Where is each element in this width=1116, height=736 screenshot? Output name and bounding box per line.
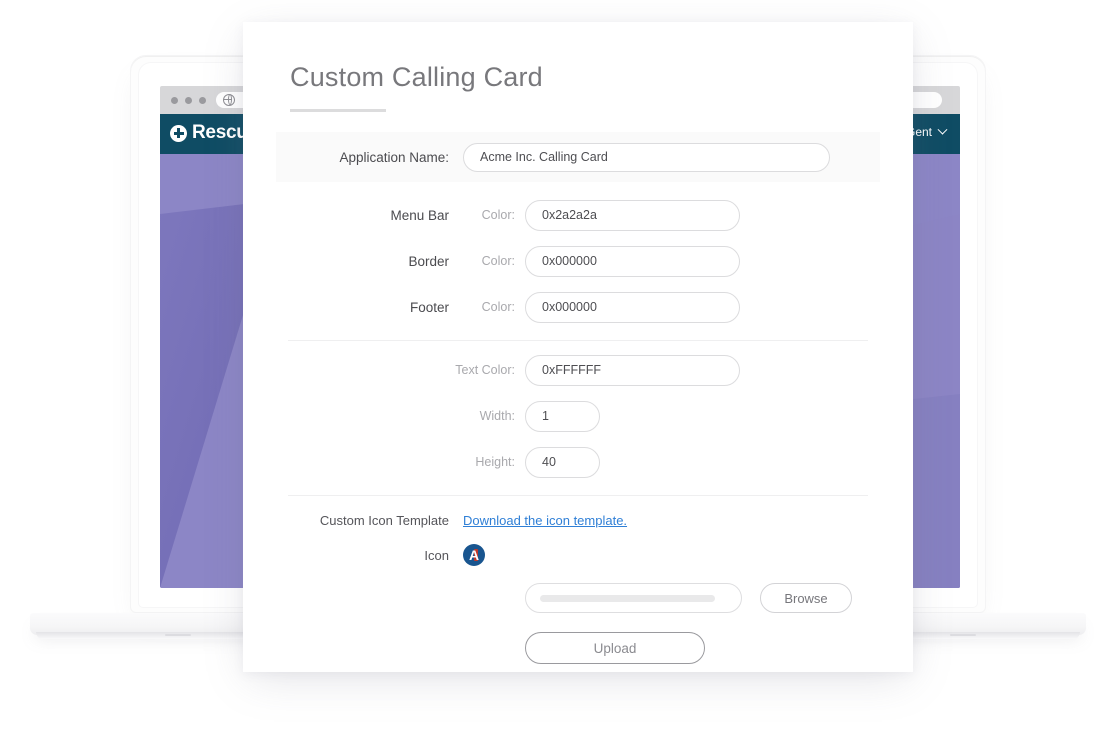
border-color-input[interactable]: 0x000000 xyxy=(525,246,740,277)
height-input[interactable]: 40 xyxy=(525,447,600,478)
width-row: Width: 1 xyxy=(288,393,868,439)
menu-bar-label: Menu Bar xyxy=(288,208,463,223)
icon-file-row: Browse xyxy=(288,572,868,624)
text-color-label: Text Color: xyxy=(288,363,525,377)
upload-button[interactable]: Upload xyxy=(525,632,705,664)
border-color-value: 0x000000 xyxy=(542,254,597,268)
menu-bar-color-row: Menu Bar Color: 0x2a2a2a xyxy=(288,192,868,238)
height-value: 40 xyxy=(542,455,556,469)
upload-row: Upload xyxy=(288,624,868,672)
menu-bar-color-sublabel: Color: xyxy=(463,208,525,222)
application-name-value: Acme Inc. Calling Card xyxy=(480,150,608,164)
form-divider-1 xyxy=(288,340,868,341)
text-color-input[interactable]: 0xFFFFFF xyxy=(525,355,740,386)
height-label: Height: xyxy=(288,455,525,469)
text-color-value: 0xFFFFFF xyxy=(542,363,601,377)
custom-calling-card-form: Application Name: Acme Inc. Calling Card… xyxy=(288,132,868,672)
globe-icon xyxy=(223,94,235,106)
border-label: Border xyxy=(288,254,463,269)
icon-row: Icon A xyxy=(288,538,868,572)
browser-dot-minimize-icon xyxy=(185,97,192,104)
application-name-row: Application Name: Acme Inc. Calling Card xyxy=(276,132,880,182)
app-icon-preview: A xyxy=(463,544,485,566)
footer-color-row: Footer Color: 0x000000 xyxy=(288,284,868,330)
text-color-row: Text Color: 0xFFFFFF xyxy=(288,347,868,393)
chevron-down-icon xyxy=(938,124,948,134)
footer-color-value: 0x000000 xyxy=(542,300,597,314)
browse-button[interactable]: Browse xyxy=(760,583,852,613)
width-label: Width: xyxy=(288,409,525,423)
application-name-label: Application Name: xyxy=(288,150,463,165)
browser-dot-maximize-icon xyxy=(199,97,206,104)
footer-color-input[interactable]: 0x000000 xyxy=(525,292,740,323)
footer-label: Footer xyxy=(288,300,463,315)
icon-file-input[interactable] xyxy=(525,583,742,613)
width-input[interactable]: 1 xyxy=(525,401,600,432)
border-color-sublabel: Color: xyxy=(463,254,525,268)
settings-card: Custom Calling Card Application Name: Ac… xyxy=(243,22,913,672)
custom-icon-template-row: Custom Icon Template Download the icon t… xyxy=(288,502,868,538)
app-icon-glyph: A xyxy=(469,548,479,562)
laptop-notch-left xyxy=(165,634,191,636)
form-divider-2 xyxy=(288,495,868,496)
width-value: 1 xyxy=(542,409,549,423)
icon-label: Icon xyxy=(288,548,463,563)
footer-color-sublabel: Color: xyxy=(463,300,525,314)
height-row: Height: 40 xyxy=(288,439,868,485)
menu-bar-color-input[interactable]: 0x2a2a2a xyxy=(525,200,740,231)
application-name-input[interactable]: Acme Inc. Calling Card xyxy=(463,143,830,172)
page-title: Custom Calling Card xyxy=(288,62,868,93)
custom-icon-template-label: Custom Icon Template xyxy=(288,513,463,528)
browser-dot-close-icon xyxy=(171,97,178,104)
screenshot-root: Rescue Gent xyxy=(0,0,1116,736)
menu-bar-color-value: 0x2a2a2a xyxy=(542,208,597,222)
file-placeholder-bar xyxy=(540,595,715,602)
laptop-notch-right xyxy=(950,634,976,636)
plus-circle-icon xyxy=(170,125,187,142)
title-underline xyxy=(290,109,386,112)
download-icon-template-link[interactable]: Download the icon template. xyxy=(463,513,627,528)
border-color-row: Border Color: 0x000000 xyxy=(288,238,868,284)
